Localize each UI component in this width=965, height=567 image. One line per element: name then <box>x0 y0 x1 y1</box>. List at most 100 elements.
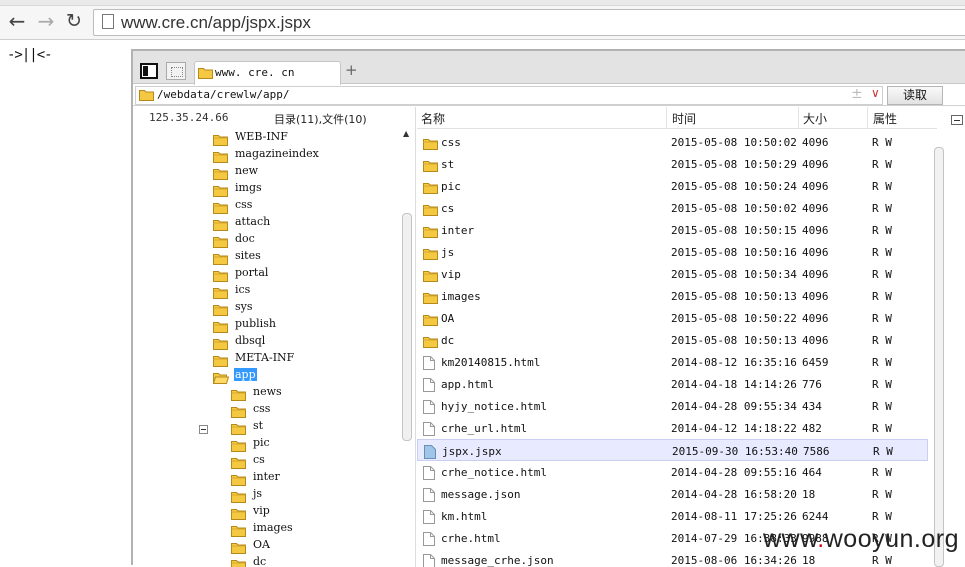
tree-node-label[interactable]: new <box>234 164 259 177</box>
file-row[interactable]: crhe_url.html 2014-04-12 14:18:22 482 R W <box>417 417 928 439</box>
header-time[interactable]: 时间 <box>672 110 696 127</box>
tree-node-label[interactable]: app <box>234 368 257 381</box>
tree-node-label[interactable]: images <box>252 521 294 534</box>
chevron-down-icon[interactable]: ∨ <box>871 86 880 100</box>
file-row[interactable]: jspx.jspx 2015-09-30 16:53:40 7586 R W <box>417 439 928 461</box>
path-bar: /webdata/crewlw/app/ ± ∨ 读取 <box>133 85 965 106</box>
folder-icon <box>423 267 438 286</box>
tree-node-label[interactable]: news <box>252 385 283 398</box>
file-row[interactable]: km.html 2014-08-11 17:25:26 6244 R W <box>417 505 928 527</box>
file-name: km20140815.html <box>441 356 541 369</box>
file-name: cs <box>441 202 455 215</box>
tree-node-label[interactable]: magazineindex <box>234 147 320 160</box>
header-name[interactable]: 名称 <box>421 110 445 127</box>
file-attr: R W <box>872 466 892 479</box>
column-divider[interactable] <box>867 107 868 129</box>
marker-text: ->||<- <box>7 47 53 63</box>
column-divider[interactable] <box>798 107 799 129</box>
file-row[interactable]: crhe_notice.html 2014-04-28 09:55:16 464 R … <box>417 461 928 483</box>
tree-node-label[interactable]: vip <box>252 504 271 517</box>
folder-open-icon <box>212 369 230 388</box>
back-arrow-icon[interactable]: ← <box>5 9 29 33</box>
file-size: 18 <box>802 488 816 501</box>
file-row[interactable]: images 2015-05-08 10:50:13 4096 R W <box>417 285 928 307</box>
file-list-scroll-thumb[interactable] <box>934 147 944 567</box>
file-row[interactable]: inter 2015-05-08 10:50:15 4096 R W <box>417 219 928 241</box>
tree-node-label[interactable]: st <box>252 419 264 432</box>
file-row[interactable]: css 2015-05-08 10:50:02 4096 R W <box>417 131 928 153</box>
collapse-toggle-icon[interactable] <box>199 425 208 434</box>
file-row[interactable]: st 2015-05-08 10:50:29 4096 R W <box>417 153 928 175</box>
collapse-panel-icon[interactable] <box>951 115 963 125</box>
column-divider[interactable] <box>666 107 667 129</box>
tree-node-label[interactable]: css <box>234 198 253 211</box>
file-name: message_crhe.json <box>441 554 554 567</box>
watermark: www.wooyun.org <box>763 525 959 554</box>
file-attr: R W <box>872 158 892 171</box>
file-name: vip <box>441 268 461 281</box>
sidebar-toggle-icon[interactable] <box>140 63 158 79</box>
tree-scrollbar[interactable]: ▲ <box>401 129 414 567</box>
file-row[interactable]: dc 2015-05-08 10:50:13 4096 R W <box>417 329 928 351</box>
tree-node-label[interactable]: attach <box>234 215 271 228</box>
file-attr: R W <box>872 136 892 149</box>
reload-icon[interactable]: ↻ <box>62 9 86 33</box>
tree-node-label[interactable]: doc <box>234 232 256 245</box>
file-row[interactable]: cs 2015-05-08 10:50:02 4096 R W <box>417 197 928 219</box>
file-attr: R W <box>872 488 892 501</box>
tree-node-label[interactable]: css <box>252 402 271 415</box>
file-time: 2015-05-08 10:50:15 <box>671 224 797 237</box>
tree-node-label[interactable]: js <box>252 487 263 500</box>
file-name: images <box>441 290 481 303</box>
tree-node-label[interactable]: sys <box>234 300 254 313</box>
tree-node-label[interactable]: WEB-INF <box>234 130 289 143</box>
file-row[interactable]: km20140815.html 2014-08-12 16:35:16 6459 R … <box>417 351 928 373</box>
tree-node-label[interactable]: META-INF <box>234 351 295 364</box>
tree-node-label[interactable]: OA <box>252 538 271 551</box>
file-list-scrollbar[interactable] <box>932 129 946 567</box>
plus-minus-icon[interactable]: ± <box>851 86 863 102</box>
file-row[interactable]: js 2015-05-08 10:50:16 4096 R W <box>417 241 928 263</box>
file-size: 4096 <box>802 246 829 259</box>
file-time: 2014-04-18 14:14:26 <box>671 378 797 391</box>
header-size[interactable]: 大小 <box>803 110 827 127</box>
file-row[interactable]: hyjy_notice.html 2014-04-28 09:55:34 434 R … <box>417 395 928 417</box>
folder-icon <box>423 333 438 352</box>
tree-node-label[interactable]: pic <box>252 436 271 449</box>
file-row[interactable]: pic 2015-05-08 10:50:24 4096 R W <box>417 175 928 197</box>
tree-node-label[interactable]: ics <box>234 283 251 296</box>
new-tab-plus-icon[interactable]: + <box>345 61 358 79</box>
file-list-panel: 名称 时间 大小 属性 css 2015-05-08 10:50:02 4096 R … <box>417 107 965 567</box>
tab-site[interactable]: www. cre. cn <box>194 61 341 85</box>
tree-scroll-thumb[interactable] <box>402 213 412 441</box>
file-time: 2014-04-28 09:55:16 <box>671 466 797 479</box>
tree-node-label[interactable]: inter <box>252 470 281 483</box>
file-size: 434 <box>802 400 822 413</box>
tree-node-label[interactable]: cs <box>252 453 266 466</box>
forward-arrow-icon[interactable]: → <box>34 9 58 33</box>
scroll-up-arrow-icon[interactable]: ▲ <box>403 129 409 138</box>
address-url[interactable]: www.cre.cn/app/jspx.jspx <box>121 13 311 33</box>
file-row[interactable]: message.json 2014-04-28 16:58:20 18 R W <box>417 483 928 505</box>
file-icon <box>423 531 435 550</box>
file-row[interactable]: app.html 2014-04-18 14:14:26 776 R W <box>417 373 928 395</box>
tree-node-label[interactable]: sites <box>234 249 262 262</box>
tree-node-label[interactable]: portal <box>234 266 269 279</box>
folder-icon <box>423 201 438 220</box>
grid-view-icon[interactable] <box>166 62 186 80</box>
file-row[interactable]: OA 2015-05-08 10:50:22 4096 R W <box>417 307 928 329</box>
tree-node-label[interactable]: publish <box>234 317 277 330</box>
file-name: pic <box>441 180 461 193</box>
address-bar[interactable]: www.cre.cn/app/jspx.jspx <box>93 9 965 36</box>
header-attr[interactable]: 属性 <box>873 110 897 127</box>
file-size: 4096 <box>802 202 829 215</box>
read-button[interactable]: 读取 <box>887 86 943 105</box>
tree-node-label[interactable]: imgs <box>234 181 263 194</box>
file-time: 2015-05-08 10:50:24 <box>671 180 797 193</box>
tree-node-label[interactable]: dbsql <box>234 334 266 347</box>
page-icon <box>102 14 114 29</box>
file-row[interactable]: vip 2015-05-08 10:50:34 4096 R W <box>417 263 928 285</box>
tree-node-label[interactable]: dc <box>252 555 267 567</box>
folder-icon <box>139 90 154 101</box>
file-name: dc <box>441 334 455 347</box>
